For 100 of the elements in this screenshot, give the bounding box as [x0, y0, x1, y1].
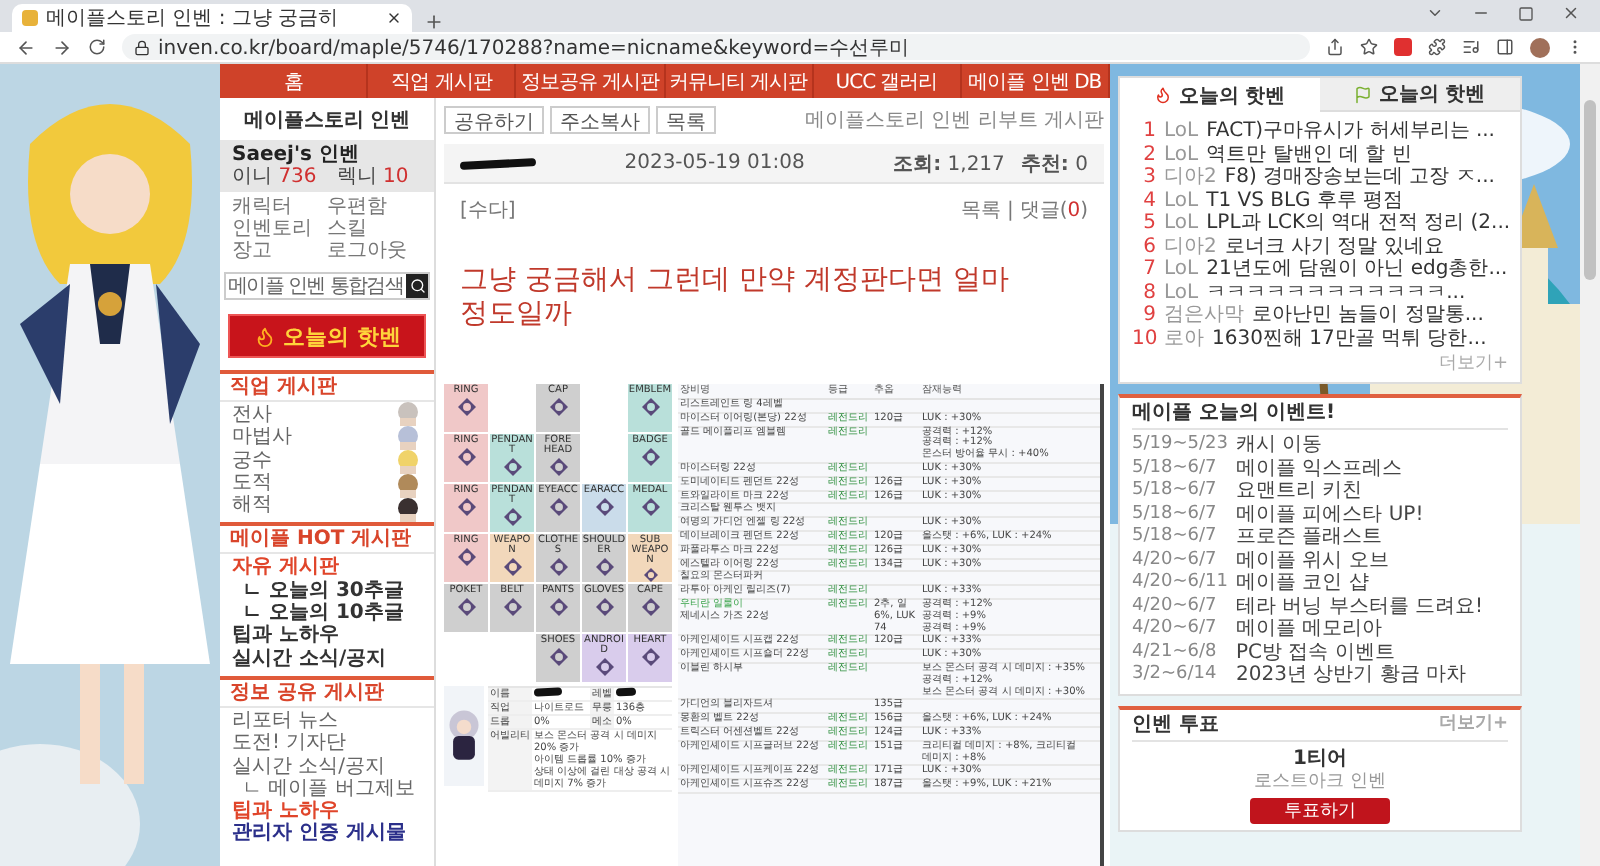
redaction-mark — [459, 157, 537, 169]
section-heading: 메이플 HOT 게시판 — [220, 522, 434, 555]
chevron-down-icon[interactable] — [1426, 4, 1444, 22]
card-title: 메이플 오늘의 이벤트! — [1132, 400, 1338, 428]
event-link[interactable]: 4/21~6/8 PC방 접속 이벤트 — [1132, 641, 1508, 664]
sidebar-link[interactable]: 실시간 소식/공지 — [220, 755, 434, 778]
sidebar-link[interactable]: 도전! 기자단 — [220, 732, 434, 756]
reload-icon[interactable] — [88, 38, 106, 56]
maximize-icon[interactable] — [1518, 4, 1534, 22]
item-icon — [641, 448, 659, 466]
sidebar-link[interactable]: 팁과 노하우 — [220, 624, 434, 648]
item-icon — [595, 598, 613, 616]
event-link[interactable]: 5/18~6/7 메이플 피에스타 UP! — [1132, 503, 1508, 526]
hot-post-link[interactable]: 6 디아2 로너크 사기 정말 있네요 — [1132, 235, 1508, 258]
search-button[interactable] — [406, 274, 428, 298]
hot-post-link[interactable]: 8 LoL ㅋㅋㅋㅋㅋㅋㅋㅋㅋㅋㅋㅋ... — [1132, 281, 1508, 304]
sidebar-link[interactable]: 실시간 소식/공지 — [220, 647, 434, 670]
vote-source: 로스트아크 인벤 — [1252, 771, 1388, 793]
action-button[interactable]: 목록 — [656, 106, 716, 134]
extension-icon[interactable] — [1394, 38, 1412, 56]
hot-post-link[interactable]: 7 LoL 21년도에 담원이 아닌 edg총한... — [1132, 258, 1508, 281]
sidebar-link[interactable]: 팁과 노하우 — [220, 800, 434, 823]
back-icon[interactable] — [16, 37, 36, 57]
sidebar-link[interactable]: ㄴ 오늘의 30추글 — [220, 579, 434, 603]
item-icon — [503, 458, 521, 476]
puzzle-icon[interactable] — [1428, 38, 1446, 56]
item-icon — [503, 598, 521, 616]
user-link[interactable]: 인벤토리 — [232, 218, 327, 240]
nav-link[interactable]: UCC 갤러리 — [813, 64, 962, 98]
side-panel-icon[interactable] — [1496, 38, 1514, 56]
user-link[interactable]: 장고 — [232, 240, 327, 262]
hot-post-link[interactable]: 3 디아2 F8) 경매장송보는데 고장 ㅈ... — [1132, 166, 1508, 189]
item-icon — [641, 568, 659, 582]
comments-link[interactable]: 댓글(0) — [1019, 196, 1088, 224]
user-link[interactable]: 로그아웃 — [327, 240, 422, 262]
url-text: inven.co.kr/board/maple/5746/170288?name=nicname&keyword=수선루미 — [158, 35, 910, 61]
event-link[interactable]: 5/18~6/7 메이플 익스프레스 — [1132, 457, 1508, 480]
card-title: 인벤 투표 — [1132, 711, 1221, 739]
tab[interactable]: 오늘의 핫벤 — [1320, 78, 1520, 112]
sidebar-link[interactable]: 전사 — [220, 404, 434, 427]
nav-link[interactable]: 커뮤니티 게시판 — [665, 64, 814, 98]
lock-icon — [134, 39, 150, 55]
item-icon — [641, 498, 659, 516]
flag-icon — [1354, 85, 1373, 103]
event-link[interactable]: 4/20~6/7 메이플 위시 오브 — [1132, 549, 1508, 572]
post-date: 2023-05-19 01:08 — [624, 152, 805, 174]
sidebar-link[interactable]: 도적 — [220, 471, 434, 495]
hot-post-link[interactable]: 9 검은사막 로아난민 놈들이 정말통... — [1132, 304, 1508, 327]
hot-post-link[interactable]: 10 로아 1630찐해 17만골 먹튀 당한... — [1132, 327, 1508, 350]
sidebar-link[interactable]: 관리자 인증 게시물 — [220, 822, 434, 846]
item-icon — [549, 648, 567, 666]
close-icon[interactable] — [1562, 4, 1580, 22]
item-icon — [595, 558, 613, 576]
hot-banner[interactable]: 오늘의 핫벤 — [228, 314, 426, 358]
browser-tab[interactable]: 메이플스토리 인벤 : 그냥 궁금히 — [12, 4, 412, 32]
media-list-icon[interactable] — [1462, 38, 1480, 56]
fire-icon — [1154, 86, 1173, 104]
list-link[interactable]: 목록 — [960, 196, 1001, 224]
item-icon — [457, 448, 475, 466]
event-link[interactable]: 5/18~6/7 프로즌 플래스트 — [1132, 526, 1508, 549]
action-button[interactable]: 공유하기 — [444, 106, 544, 134]
vote-button[interactable]: 투표하기 — [1250, 797, 1390, 823]
hot-post-link[interactable]: 2 LoL 역트만 탈밴인 데 할 빈 — [1132, 143, 1508, 166]
address-bar[interactable]: inven.co.kr/board/maple/5746/170288?name=nicname&keyword=수선루미 — [122, 34, 1310, 60]
sidebar-link[interactable]: 마법사 — [220, 426, 434, 450]
new-tab-icon[interactable] — [424, 12, 444, 32]
hot-post-link[interactable]: 5 LoL LPL과 LCK의 역대 전적 정리 (2... — [1132, 212, 1508, 235]
close-icon[interactable] — [386, 10, 402, 26]
item-icon — [549, 498, 567, 516]
sidebar-link[interactable]: 해적 — [220, 494, 434, 517]
sidebar-link[interactable]: 리포터 뉴스 — [220, 709, 434, 733]
user-link[interactable]: 스킬 — [327, 218, 422, 240]
event-link[interactable]: 4/20~6/11 메이플 코인 샵 — [1132, 572, 1508, 595]
post-title: 그냥 궁금해서 그런데 만약 계정판다면 얼마 정도일까 — [460, 264, 1011, 332]
search-field[interactable]: 메이플 인벤 통합검색 — [224, 272, 430, 300]
share-icon[interactable] — [1326, 38, 1344, 56]
item-icon — [503, 508, 521, 526]
sidebar-link[interactable]: 자유 게시판 — [220, 556, 434, 580]
forward-icon[interactable] — [52, 37, 72, 57]
avatar-icon[interactable] — [1530, 37, 1550, 57]
item-icon — [457, 548, 475, 566]
star-icon[interactable] — [1360, 38, 1378, 56]
event-link[interactable]: 4/20~6/7 메이플 메모리아 — [1132, 618, 1508, 641]
event-link[interactable]: 5/18~6/7 요맨트리 키친 — [1132, 480, 1508, 503]
event-link[interactable]: 5/19~5/23 캐시 이동 — [1132, 434, 1508, 457]
item-icon — [549, 558, 567, 576]
action-button[interactable]: 주소복사 — [550, 106, 650, 134]
event-link[interactable]: 4/20~6/7 테라 버닝 부스터를 드려요! — [1132, 595, 1508, 618]
sidebar-link[interactable]: 궁수 — [220, 449, 434, 472]
user-link[interactable]: 캐릭터 — [232, 196, 327, 218]
hot-post-link[interactable]: 4 LoL T1 VS BLG 후루 평점 — [1132, 189, 1508, 212]
search-icon — [409, 278, 425, 294]
section-heading: 직업 게시판 — [220, 370, 434, 402]
sidebar-link[interactable]: ㄴ 메이플 버그제보 — [220, 777, 434, 801]
event-link[interactable]: 3/2~6/14 2023년 상반기 황금 마차 — [1132, 664, 1508, 687]
hot-post-link[interactable]: 1 LoL FACT)구마유시가 허세부리는 ... — [1132, 120, 1508, 143]
user-link[interactable]: 우편함 — [327, 196, 422, 218]
separator: | — [1006, 199, 1014, 221]
nav-link[interactable]: 정보공유 게시판 — [516, 64, 666, 98]
sidebar-link[interactable]: ㄴ 오늘의 10추글 — [220, 602, 434, 625]
